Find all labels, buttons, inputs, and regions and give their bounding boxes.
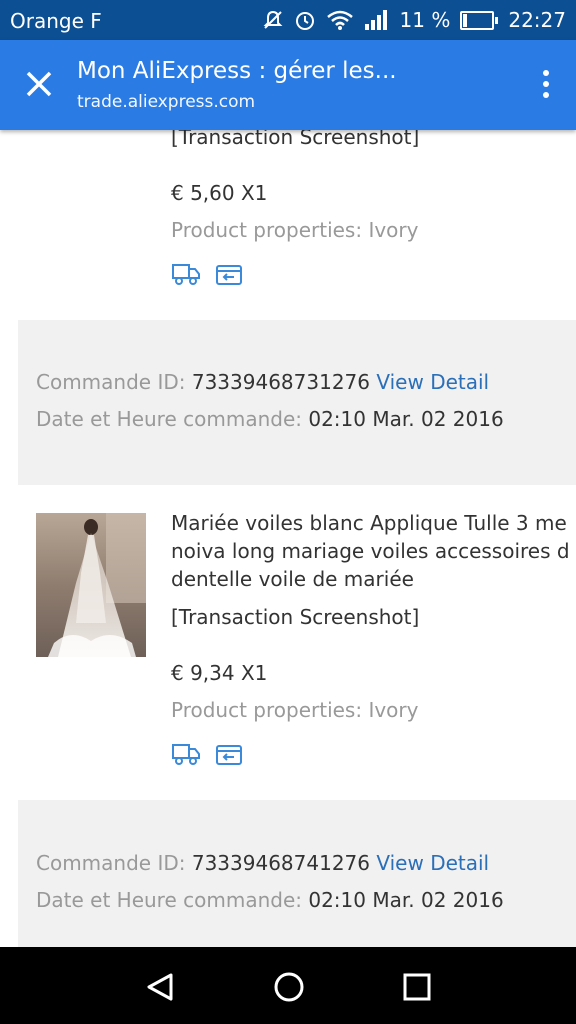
item-properties: Product properties: Ivory bbox=[171, 698, 419, 722]
system-nav-bar bbox=[0, 947, 576, 1024]
battery-percent: 11 % bbox=[399, 8, 451, 32]
order-id-value: 73339468731276 bbox=[191, 370, 371, 394]
home-icon[interactable] bbox=[271, 969, 307, 1005]
page-title: Mon AliExpress : gérer les... bbox=[77, 58, 397, 84]
notifications-off-icon bbox=[263, 10, 282, 29]
product-title-line-1[interactable]: Mariée voiles blanc Applique Tulle 3 me bbox=[171, 511, 567, 535]
order-id-value: 73339468741276 bbox=[191, 851, 371, 875]
wifi-icon bbox=[326, 10, 353, 30]
view-detail-link[interactable]: View Detail bbox=[376, 370, 489, 394]
view-detail-link[interactable]: View Detail bbox=[376, 851, 489, 875]
battery-icon bbox=[460, 10, 499, 30]
delivery-truck-icon[interactable] bbox=[171, 741, 201, 767]
order-id-row: Commande ID: 73339468741276 View Detail bbox=[36, 851, 489, 875]
order-id-label: Commande ID: bbox=[36, 851, 186, 875]
product-title-line-2[interactable]: noiva long mariage voiles accessoires d bbox=[171, 539, 570, 563]
order-date-row: Date et Heure commande: 02:10 Mar. 02 20… bbox=[36, 407, 504, 431]
order-id-label: Commande ID: bbox=[36, 370, 186, 394]
status-icons: 11 % 22:27 bbox=[262, 8, 566, 32]
item-actions bbox=[171, 261, 243, 287]
order-date-value: 02:10 Mar. 02 2016 bbox=[308, 888, 504, 912]
order-summary: Commande ID: 73339468741276 View Detail … bbox=[18, 800, 576, 947]
order-date-label: Date et Heure commande: bbox=[36, 407, 302, 431]
signal-icon bbox=[364, 10, 387, 30]
transaction-screenshot-link[interactable]: [Transaction Screenshot] bbox=[171, 130, 419, 149]
close-icon[interactable] bbox=[20, 65, 58, 103]
delivery-truck-icon[interactable] bbox=[171, 261, 201, 287]
order-date-value: 02:10 Mar. 02 2016 bbox=[308, 407, 504, 431]
clock: 22:27 bbox=[508, 8, 566, 32]
item-properties: Product properties: Ivory bbox=[171, 218, 419, 242]
return-box-icon[interactable] bbox=[215, 741, 243, 767]
orders-list[interactable]: [Transaction Screenshot] € 5,60 X1 Produ… bbox=[0, 130, 576, 947]
app-bar: Mon AliExpress : gérer les... trade.alie… bbox=[0, 40, 576, 130]
item-actions bbox=[171, 741, 243, 767]
carrier-label: Orange F bbox=[10, 9, 102, 33]
order-date-label: Date et Heure commande: bbox=[36, 888, 302, 912]
order-summary: Commande ID: 73339468731276 View Detail … bbox=[18, 320, 576, 485]
recent-apps-icon[interactable] bbox=[399, 969, 435, 1005]
status-bar: Orange F 11 % 22:27 bbox=[0, 0, 576, 40]
order-date-row: Date et Heure commande: 02:10 Mar. 02 20… bbox=[36, 888, 504, 912]
order-id-row: Commande ID: 73339468731276 View Detail bbox=[36, 370, 489, 394]
page-url: trade.aliexpress.com bbox=[77, 92, 256, 112]
transaction-screenshot-link[interactable]: [Transaction Screenshot] bbox=[171, 605, 419, 629]
return-box-icon[interactable] bbox=[215, 261, 243, 287]
back-icon[interactable] bbox=[143, 969, 179, 1005]
overflow-menu-icon[interactable] bbox=[540, 70, 552, 102]
alarm-icon bbox=[295, 12, 314, 30]
item-price: € 9,34 X1 bbox=[171, 661, 268, 685]
product-title-line-3[interactable]: dentelle voile de mariée bbox=[171, 567, 414, 591]
product-thumbnail[interactable] bbox=[36, 513, 146, 657]
item-price: € 5,60 X1 bbox=[171, 181, 268, 205]
